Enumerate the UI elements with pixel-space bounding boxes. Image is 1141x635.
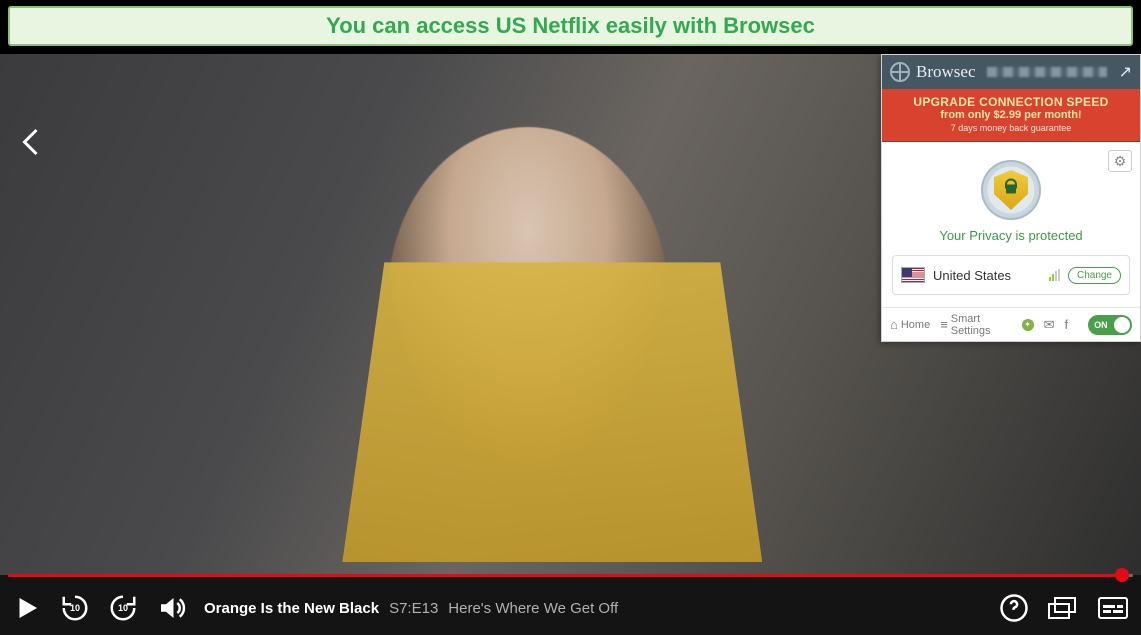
upgrade-banner[interactable]: UPGRADE CONNECTION SPEED from only $2.99… (882, 89, 1140, 142)
progress-knob[interactable] (1115, 568, 1129, 582)
skip-back-amount: 10 (60, 603, 90, 613)
help-button[interactable] (999, 593, 1029, 623)
toggle-knob (1114, 317, 1130, 333)
browsec-brand: Browsec (916, 62, 975, 82)
ip-address-blurred (987, 67, 1106, 77)
back-button[interactable] (14, 124, 50, 160)
title-block: Orange Is the New Black S7:E13 Here's Wh… (204, 600, 618, 617)
episode-code: S7:E13 (389, 600, 438, 617)
volume-button[interactable] (156, 593, 186, 623)
open-external-icon[interactable]: ↗ (1119, 62, 1132, 82)
vpn-toggle[interactable]: ON (1088, 315, 1132, 335)
badge-icon: ✦ (1022, 319, 1034, 331)
browsec-footer: ⌂ Home ≡ Smart Settings ✦ ✉ f ON (882, 307, 1140, 341)
privacy-status: Your Privacy is protected (892, 228, 1130, 243)
change-location-button[interactable]: Change (1068, 267, 1121, 284)
caption-banner: You can access US Netflix easily with Br… (8, 6, 1133, 46)
sliders-icon: ≡ (940, 317, 948, 332)
browsec-body: ⚙ Your Privacy is protected United State… (882, 142, 1140, 307)
shield-icon (981, 160, 1041, 220)
browsec-header: Browsec ↗ (882, 55, 1140, 89)
episodes-button[interactable] (1047, 595, 1079, 621)
country-name: United States (933, 268, 1041, 283)
subtitles-button[interactable] (1097, 595, 1129, 621)
progress-bar[interactable] (8, 571, 1133, 579)
smart-settings-link[interactable]: ≡ Smart Settings ✦ (940, 313, 1033, 337)
skip-back-10-button[interactable]: 10 (60, 593, 90, 623)
progress-track[interactable] (8, 574, 1133, 577)
toggle-label: ON (1094, 320, 1108, 330)
skip-forward-10-button[interactable]: 10 (108, 593, 138, 623)
home-icon: ⌂ (890, 317, 898, 332)
progress-fill (8, 574, 1122, 577)
home-label: Home (901, 319, 930, 331)
upgrade-line1: UPGRADE CONNECTION SPEED (886, 95, 1136, 109)
play-button[interactable] (12, 593, 42, 623)
upgrade-line3: 7 days money back guarantee (886, 123, 1136, 133)
settings-button[interactable]: ⚙ (1108, 150, 1132, 172)
episode-title: Here's Where We Get Off (448, 600, 618, 617)
mail-icon[interactable]: ✉ (1044, 317, 1055, 333)
us-flag-icon (901, 267, 925, 283)
player-controls: 10 10 Orange Is the New Black S7:E13 Her… (0, 581, 1141, 635)
caption-text: You can access US Netflix easily with Br… (326, 13, 815, 39)
home-link[interactable]: ⌂ Home (890, 317, 930, 332)
browsec-logo-icon (890, 62, 910, 82)
show-title: Orange Is the New Black (204, 600, 379, 617)
upgrade-line2: from only $2.99 per month! (886, 109, 1136, 121)
smart-settings-label: Smart Settings (951, 313, 1023, 337)
location-selector[interactable]: United States Change (892, 255, 1130, 295)
signal-icon (1049, 269, 1060, 281)
browsec-panel: Browsec ↗ UPGRADE CONNECTION SPEED from … (881, 54, 1141, 342)
facebook-icon[interactable]: f (1065, 317, 1069, 332)
skip-fwd-amount: 10 (108, 603, 138, 613)
